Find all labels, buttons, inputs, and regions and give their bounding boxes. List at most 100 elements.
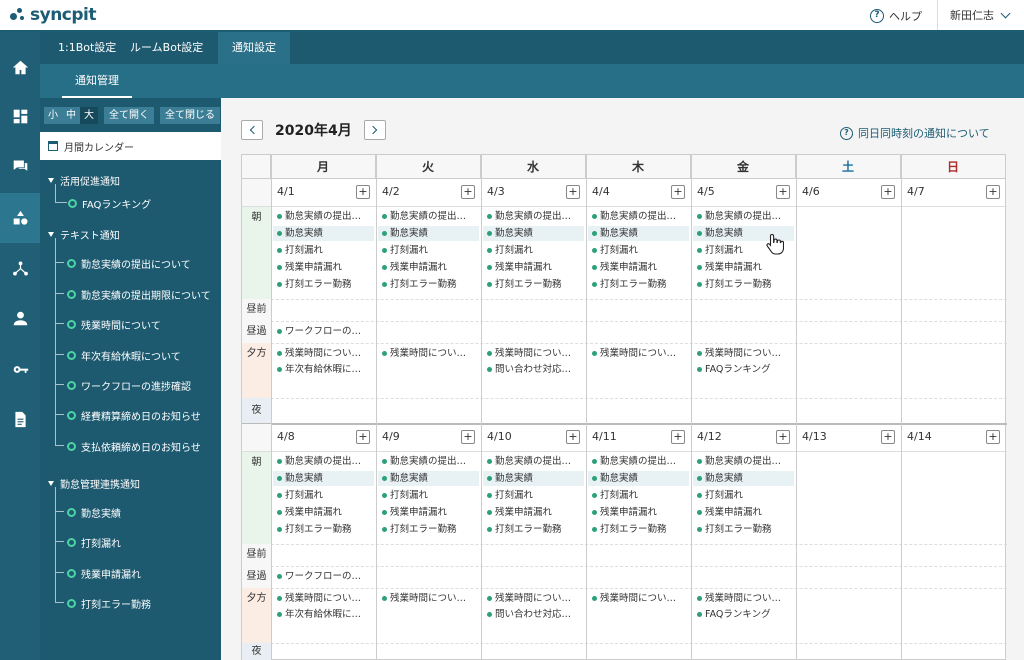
- calendar-event[interactable]: 残業申請漏れ: [483, 260, 584, 275]
- size-medium-button[interactable]: 中: [62, 107, 80, 124]
- calendar-event[interactable]: 打刻エラー勤務: [483, 522, 584, 537]
- add-notification-button[interactable]: +: [461, 430, 475, 444]
- collapse-all-button[interactable]: 全て閉じる: [160, 107, 220, 124]
- calendar-event[interactable]: 勤怠実績の提出…: [483, 209, 584, 224]
- calendar-event[interactable]: 打刻エラー勤務: [273, 522, 374, 537]
- sidebar-item[interactable]: 勤怠実績の提出期限について: [67, 287, 211, 302]
- calendar-event[interactable]: 打刻エラー勤務: [273, 277, 374, 292]
- sidebar-item[interactable]: 勤怠実績: [67, 505, 121, 520]
- rail-chat[interactable]: [0, 141, 40, 191]
- size-large-button[interactable]: 大: [80, 107, 98, 124]
- calendar-event[interactable]: ワークフローの…: [273, 324, 373, 339]
- calendar-event[interactable]: 勤怠実績: [273, 226, 374, 241]
- add-notification-button[interactable]: +: [881, 185, 895, 199]
- sidebar-item[interactable]: 勤怠実績の提出について: [67, 256, 191, 271]
- calendar-event[interactable]: 残業時間につい…: [378, 346, 479, 361]
- logo[interactable]: syncpit: [8, 5, 97, 25]
- calendar-event[interactable]: 打刻漏れ: [273, 488, 374, 503]
- add-notification-button[interactable]: +: [356, 430, 370, 444]
- calendar-event[interactable]: 打刻漏れ: [483, 488, 584, 503]
- calendar-event[interactable]: 問い合わせ対応…: [483, 607, 584, 622]
- sidebar-group-0[interactable]: 活用促進通知: [48, 173, 120, 188]
- sidebar-item[interactable]: 残業申請漏れ: [67, 566, 141, 581]
- calendar-event[interactable]: 勤怠実績の提出…: [273, 209, 374, 224]
- calendar-event[interactable]: 打刻エラー勤務: [378, 522, 479, 537]
- rail-user[interactable]: [0, 293, 40, 343]
- calendar-event[interactable]: 打刻漏れ: [378, 243, 479, 258]
- calendar-event[interactable]: 勤怠実績: [588, 226, 689, 241]
- calendar-event[interactable]: 勤怠実績: [378, 226, 479, 241]
- add-notification-button[interactable]: +: [356, 185, 370, 199]
- calendar-event[interactable]: 勤怠実績の提出…: [378, 209, 479, 224]
- calendar-event[interactable]: 打刻漏れ: [273, 243, 374, 258]
- calendar-event[interactable]: 勤怠実績: [693, 471, 794, 486]
- calendar-event[interactable]: 残業時間につい…: [588, 591, 689, 606]
- calendar-event[interactable]: 残業時間につい…: [693, 346, 794, 361]
- sidebar-item[interactable]: 支払依頼締め日のお知らせ: [67, 439, 201, 454]
- sidebar-group-1[interactable]: テキスト通知: [48, 227, 120, 242]
- calendar-event[interactable]: 残業時間につい…: [693, 591, 794, 606]
- add-notification-button[interactable]: +: [461, 185, 475, 199]
- calendar-event[interactable]: 年次有給休暇に…: [273, 362, 374, 377]
- rail-key[interactable]: [0, 344, 40, 394]
- tab-room-bot[interactable]: ルームBot設定: [130, 32, 220, 64]
- calendar-event[interactable]: 打刻エラー勤務: [378, 277, 479, 292]
- calendar-event[interactable]: 打刻漏れ: [378, 488, 479, 503]
- calendar-event[interactable]: FAQランキング: [693, 362, 794, 377]
- tab-one-to-one-bot[interactable]: 1:1Bot設定: [58, 32, 134, 64]
- calendar-event[interactable]: FAQランキング: [693, 607, 794, 622]
- calendar-event[interactable]: 打刻エラー勤務: [588, 277, 689, 292]
- calendar-event[interactable]: 残業申請漏れ: [693, 505, 794, 520]
- calendar-event[interactable]: ワークフローの…: [273, 569, 373, 584]
- calendar-event[interactable]: 打刻エラー勤務: [693, 277, 794, 292]
- sidebar-item[interactable]: 打刻エラー勤務: [67, 596, 151, 611]
- calendar-event[interactable]: 残業時間につい…: [378, 591, 479, 606]
- expand-all-button[interactable]: 全て開く: [104, 107, 154, 124]
- calendar-event[interactable]: 打刻エラー勤務: [693, 522, 794, 537]
- calendar-event[interactable]: 打刻エラー勤務: [483, 277, 584, 292]
- sidebar-item-monthly-calendar[interactable]: 月間カレンダー: [40, 132, 221, 160]
- sidebar-group-2[interactable]: 勤怠管理連携通知: [48, 476, 140, 491]
- subtab-notification-management[interactable]: 通知管理: [62, 64, 132, 98]
- sidebar-item[interactable]: 年次有給休暇について: [67, 348, 181, 363]
- help-link[interactable]: ? ヘルプ: [870, 8, 922, 24]
- rail-document[interactable]: [0, 394, 40, 444]
- sidebar-item[interactable]: 残業時間について: [67, 317, 161, 332]
- add-notification-button[interactable]: +: [776, 185, 790, 199]
- add-notification-button[interactable]: +: [566, 430, 580, 444]
- calendar-event[interactable]: 勤怠実績の提出…: [483, 454, 584, 469]
- tab-notification-settings[interactable]: 通知設定: [218, 32, 290, 64]
- calendar-event[interactable]: 打刻漏れ: [483, 243, 584, 258]
- calendar-event[interactable]: 勤怠実績の提出…: [378, 454, 479, 469]
- calendar-event[interactable]: 勤怠実績: [588, 471, 689, 486]
- calendar-event[interactable]: 勤怠実績: [273, 471, 374, 486]
- user-menu[interactable]: 新田仁志: [937, 0, 1024, 30]
- calendar-event[interactable]: 勤怠実績の提出…: [588, 209, 689, 224]
- add-notification-button[interactable]: +: [881, 430, 895, 444]
- add-notification-button[interactable]: +: [671, 185, 685, 199]
- calendar-event[interactable]: 勤怠実績: [483, 471, 584, 486]
- calendar-event[interactable]: 打刻漏れ: [588, 243, 689, 258]
- calendar-event[interactable]: 残業時間につい…: [483, 591, 584, 606]
- rail-network[interactable]: [0, 243, 40, 293]
- sidebar-item[interactable]: 打刻漏れ: [67, 535, 121, 550]
- rail-home[interactable]: [0, 42, 40, 92]
- calendar-event[interactable]: 年次有給休暇に…: [273, 607, 374, 622]
- add-notification-button[interactable]: +: [776, 430, 790, 444]
- calendar-event[interactable]: 問い合わせ対応…: [483, 362, 584, 377]
- next-month-button[interactable]: [363, 120, 386, 140]
- calendar-event[interactable]: 残業申請漏れ: [483, 505, 584, 520]
- calendar-event[interactable]: 残業申請漏れ: [378, 260, 479, 275]
- calendar-event[interactable]: 勤怠実績の提出…: [273, 454, 374, 469]
- calendar-event[interactable]: 打刻漏れ: [588, 488, 689, 503]
- add-notification-button[interactable]: +: [986, 430, 1000, 444]
- calendar-event[interactable]: 残業時間につい…: [273, 346, 374, 361]
- calendar-event[interactable]: 残業申請漏れ: [588, 505, 689, 520]
- calendar-event[interactable]: 残業時間につい…: [483, 346, 584, 361]
- calendar-event[interactable]: 残業申請漏れ: [588, 260, 689, 275]
- calendar-event[interactable]: 残業時間につい…: [588, 346, 689, 361]
- calendar-event[interactable]: 勤怠実績の提出…: [693, 209, 794, 224]
- add-notification-button[interactable]: +: [986, 185, 1000, 199]
- calendar-event[interactable]: 勤怠実績: [483, 226, 584, 241]
- size-small-button[interactable]: 小: [44, 107, 62, 124]
